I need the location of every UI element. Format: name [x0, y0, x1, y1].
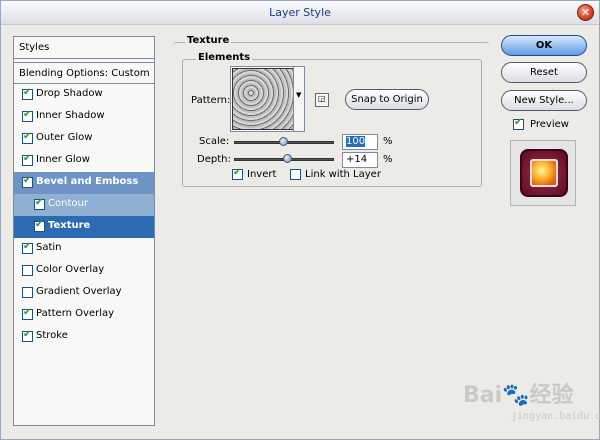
style-item-inner-shadow[interactable]: Inner Shadow: [14, 106, 154, 128]
watermark-logo: Bai🐾经验: [463, 383, 574, 408]
style-item-label: Texture: [48, 220, 91, 231]
invert-checkbox[interactable]: [232, 167, 243, 180]
preview-outer: [520, 149, 568, 197]
style-item-label: Outer Glow: [36, 132, 93, 143]
style-item-label: Contour: [48, 198, 88, 209]
snap-to-origin-button[interactable]: Snap to Origin: [345, 89, 429, 110]
reset-button[interactable]: Reset: [501, 62, 587, 83]
style-item-gradient-overlay[interactable]: Gradient Overlay: [14, 282, 154, 304]
new-style-button[interactable]: New Style...: [501, 90, 587, 111]
depth-input[interactable]: +14: [342, 152, 378, 168]
scale-input[interactable]: 100: [342, 134, 378, 150]
depth-unit: %: [383, 154, 393, 165]
style-item-outer-glow[interactable]: Outer Glow: [14, 128, 154, 150]
preview-checkbox[interactable]: [513, 117, 524, 130]
new-preset-button[interactable]: ◲: [315, 93, 329, 107]
close-button[interactable]: ✕: [577, 4, 594, 21]
style-item-checkbox[interactable]: [22, 307, 33, 320]
style-item-label: Color Overlay: [36, 264, 105, 275]
title-bar: Layer Style ✕: [1, 1, 599, 25]
elements-title: Elements: [196, 52, 253, 63]
style-item-checkbox[interactable]: [22, 241, 33, 254]
blending-options-item[interactable]: Blending Options: Custom: [14, 62, 154, 84]
depth-label: Depth:: [197, 154, 231, 165]
style-item-texture[interactable]: Texture: [14, 216, 154, 238]
style-item-label: Inner Shadow: [36, 110, 105, 121]
style-item-checkbox[interactable]: [22, 131, 33, 144]
style-item-checkbox[interactable]: [34, 219, 45, 232]
scale-slider-thumb[interactable]: [279, 137, 288, 146]
style-item-checkbox[interactable]: [34, 197, 45, 210]
style-item-label: Inner Glow: [36, 154, 90, 165]
style-item-label: Stroke: [36, 330, 68, 341]
style-item-checkbox[interactable]: [22, 329, 33, 342]
style-preview: [510, 140, 576, 206]
styles-panel: Styles Blending Options: Custom Drop Sha…: [13, 36, 155, 426]
style-item-checkbox[interactable]: [22, 153, 33, 166]
scale-unit: %: [383, 136, 393, 147]
style-item-label: Satin: [36, 242, 62, 253]
style-item-label: Pattern Overlay: [36, 308, 115, 319]
style-item-drop-shadow[interactable]: Drop Shadow: [14, 84, 154, 106]
style-item-stroke[interactable]: Stroke: [14, 326, 154, 348]
invert-label: Invert: [247, 169, 277, 180]
style-item-label: Drop Shadow: [36, 88, 103, 99]
watermark-url: jingyan.baidu.com: [511, 411, 600, 422]
style-item-checkbox[interactable]: [22, 265, 33, 276]
depth-slider-thumb[interactable]: [283, 154, 292, 163]
dropdown-arrow-icon: ▼: [296, 91, 302, 99]
style-item-label: Gradient Overlay: [36, 286, 122, 297]
link-with-layer-label: Link with Layer: [305, 169, 381, 180]
style-item-bevel-and-emboss[interactable]: Bevel and Emboss: [14, 172, 154, 194]
preview-inner: [530, 159, 558, 187]
scale-label: Scale:: [199, 136, 230, 147]
style-item-checkbox[interactable]: [22, 87, 33, 100]
new-preset-icon: ◲: [318, 94, 326, 103]
texture-title: Texture: [185, 35, 232, 46]
style-item-satin[interactable]: Satin: [14, 238, 154, 260]
style-item-checkbox[interactable]: [22, 175, 33, 188]
pattern-label: Pattern:: [191, 95, 231, 106]
style-item-color-overlay[interactable]: Color Overlay: [14, 260, 154, 282]
pattern-dropdown[interactable]: ▼: [293, 66, 305, 132]
style-item-checkbox[interactable]: [22, 109, 33, 122]
dialog-title: Layer Style: [269, 6, 331, 19]
styles-header[interactable]: Styles: [14, 37, 154, 59]
link-with-layer-checkbox[interactable]: [290, 169, 301, 180]
style-item-checkbox[interactable]: [22, 287, 33, 298]
style-item-pattern-overlay[interactable]: Pattern Overlay: [14, 304, 154, 326]
elements-group: [182, 59, 482, 187]
preview-label: Preview: [530, 119, 569, 130]
close-icon: ✕: [580, 6, 591, 19]
style-item-inner-glow[interactable]: Inner Glow: [14, 150, 154, 172]
layer-style-dialog: Layer Style ✕ Styles Blending Options: C…: [0, 0, 600, 440]
ok-button[interactable]: OK: [501, 35, 587, 56]
style-item-contour[interactable]: Contour: [14, 194, 154, 216]
pattern-swatch[interactable]: [232, 68, 294, 130]
style-item-label: Bevel and Emboss: [36, 176, 139, 187]
